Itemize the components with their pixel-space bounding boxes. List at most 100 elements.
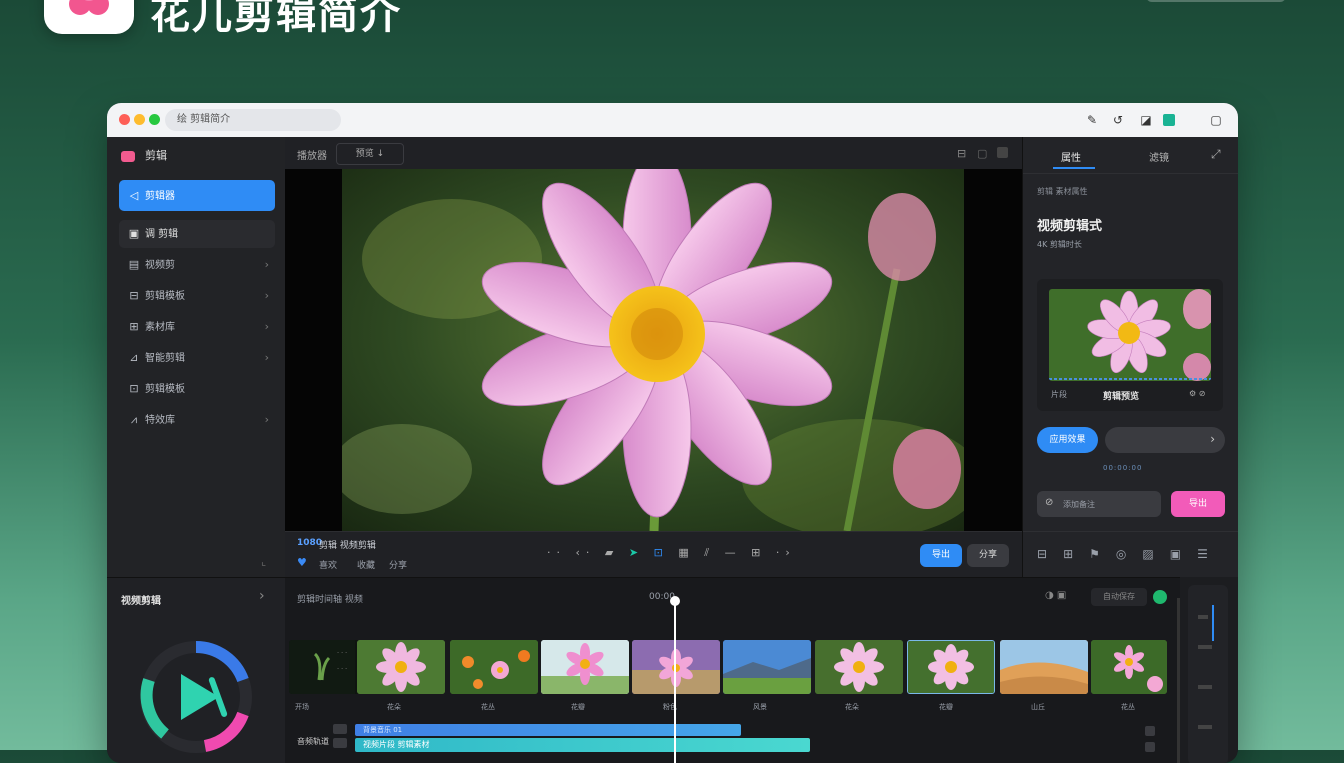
sidebar-item-label: 调 剪辑 [145,229,179,240]
audio-clip[interactable]: 背景音乐 01 [355,724,741,736]
flower-image [342,169,964,531]
sidebar-item-editor[interactable]: ◁ 剪辑器 [119,180,275,211]
timeline-frame[interactable] [632,640,720,694]
grid-icon[interactable]: ⊞ [1063,547,1089,561]
export-pink-button[interactable]: 导出 [1171,491,1225,517]
chevron-right-icon: › [264,320,269,333]
note-input[interactable]: ⊘ 添加备注 [1037,491,1161,517]
sidebar-item-smart[interactable]: ⊿ 智能剪辑 › [119,344,275,372]
flag-icon[interactable]: ⚑ [1089,547,1116,561]
cursor-icon[interactable]: ➤ [629,546,644,559]
history-icon[interactable]: ↺ [1109,111,1127,129]
play-logo-icon [140,641,252,753]
grid-icon[interactable]: ▦ [678,546,694,559]
frame-dark-image: - - - - - - [289,640,355,694]
timeline-frame[interactable] [1000,640,1088,694]
frame-flower-image [908,641,994,693]
text-icon[interactable]: ▣ [1170,547,1197,561]
share-button[interactable]: 分享 [967,544,1009,567]
tab-filters[interactable]: 滤镜 [1149,149,1169,164]
list-icon[interactable]: ☰ [1197,547,1224,561]
share-label[interactable]: 分享 [389,558,407,571]
chevron-right-icon: › [264,413,269,426]
sidebar-item-label: 视频剪 [145,260,175,271]
chevron-right-icon: › [1210,432,1215,446]
playhead-line[interactable] [674,600,676,763]
sidebar-item-video[interactable]: ▤ 视频剪 › [119,251,275,279]
header-pill[interactable] [1146,0,1286,2]
timeline-frame[interactable] [815,640,903,694]
effect-icon: ⩘ [130,413,138,426]
sidebar-item-templates[interactable]: ⊟ 剪辑模板 › [119,282,275,310]
expand-icon[interactable]: ⤢ [1211,147,1221,162]
apply-effect-button[interactable]: 应用效果 [1037,427,1098,453]
sidebar-item-adjust[interactable]: ▣ 调 剪辑 [119,220,275,248]
track-mute-icon[interactable] [333,724,347,734]
sidebar-title: 剪辑 [145,149,167,162]
paint-icon[interactable]: ◪ [1137,111,1155,129]
monitor-icon[interactable]: ⊟ [957,147,966,160]
forward-icon[interactable]: ·› [776,546,796,559]
sidebar-item-library[interactable]: ⊞ 素材库 › [119,313,275,341]
minus-icon[interactable]: — [725,546,742,559]
track-settings-icon[interactable] [1145,726,1155,736]
window-icon[interactable]: ▢ [1207,111,1225,129]
card-actions-icon[interactable]: ⚙ ⊘ [1189,389,1205,398]
export-button[interactable]: 导出 [920,544,962,567]
sidebar-item-label: 剪辑模板 [145,384,185,395]
image-icon[interactable]: ▨ [1142,547,1169,561]
favorite-label[interactable]: 收藏 [357,558,375,571]
camera-icon[interactable]: ◑ ▣ [1045,590,1066,601]
address-bar[interactable]: 绘 剪辑简介 [165,109,341,131]
frame-icon[interactable]: ⊞ [751,546,766,559]
minimize-window-button[interactable] [134,114,145,125]
autosave-status: 自动保存 [1091,588,1147,606]
track-lock-icon[interactable] [333,738,347,748]
heart-icon[interactable]: ♥ [297,556,307,569]
frame-label: 风景 [753,703,767,711]
sidebar-item-templates-2[interactable]: ⊡ 剪辑模板 [119,375,275,403]
like-label[interactable]: 喜欢 [319,558,337,571]
timeline[interactable]: 剪辑时间轴 视频 00:00 ◑ ▣ 自动保存 - - -- - - 开场 花朵… [285,577,1180,763]
chevron-right-icon: › [264,351,269,364]
app-icon[interactable] [1163,114,1175,126]
frame-landscape-image [723,640,811,694]
fullscreen-icon[interactable] [997,147,1008,158]
preview-toolbar: 播放器 预览 ↓ ⊟ ▢ [285,137,1022,169]
track-more-icon[interactable] [1145,742,1155,752]
preview-dropdown[interactable]: 预览 ↓ [336,143,404,165]
library-icon: ⊞ [129,320,139,333]
globe-icon[interactable]: ◎ [1116,547,1142,561]
app-badge-icon [121,150,135,162]
rewind-icon[interactable]: ·· [547,546,566,559]
timeline-frame[interactable] [541,640,629,694]
card-left-label: 片段 [1051,390,1067,399]
timeline-frame[interactable] [357,640,445,694]
grid-icon: ⊡ [129,382,139,395]
track-overview-panel[interactable] [1188,585,1228,763]
timeline-overview [1180,577,1238,763]
sidebar-header: 剪辑 [121,147,167,163]
timeline-frame[interactable] [723,640,811,694]
edit-icon[interactable]: ✎ [1083,111,1101,129]
preview-card[interactable]: 片段 剪辑预览 ⚙ ⊘ [1037,279,1223,411]
trim-icon[interactable]: ‹· [576,546,596,559]
tab-properties[interactable]: 属性 [1061,149,1081,164]
layout-icon[interactable]: ⊟ [1037,547,1063,561]
film-icon[interactable]: ▰ [605,546,619,559]
split-icon[interactable]: ⫽ [704,546,715,559]
sidebar-item-effects[interactable]: ⩘ 特效库 › [119,406,275,434]
timeline-frame[interactable] [450,640,538,694]
collapse-icon[interactable]: ⌞ [261,555,266,568]
effect-slider[interactable]: › [1105,427,1225,453]
frame-label: 花朵 [845,703,859,711]
aspect-icon[interactable]: ▢ [977,147,987,160]
timeline-frame[interactable] [1091,640,1167,694]
crop-icon[interactable]: ⊡ [654,546,669,559]
maximize-window-button[interactable] [149,114,160,125]
close-window-button[interactable] [119,114,130,125]
chevron-right-icon[interactable]: › [259,588,265,604]
video-preview[interactable] [285,169,1022,531]
timeline-frame-selected[interactable] [907,640,995,694]
chevron-right-icon: › [264,289,269,302]
